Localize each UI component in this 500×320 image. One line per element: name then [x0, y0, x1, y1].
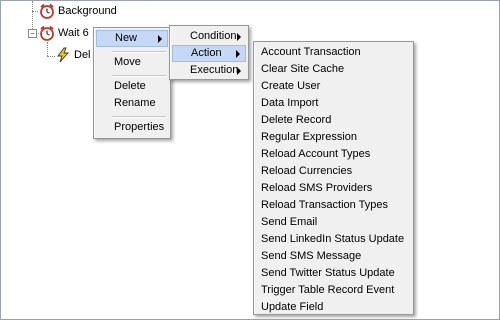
action-submenu: Account Transaction Clear Site Cache Cre…	[253, 41, 414, 315]
menu-item-properties[interactable]: Properties	[96, 119, 168, 136]
menu-item-action[interactable]: Action	[172, 45, 246, 62]
menu-item-reload-sms-providers[interactable]: Reload SMS Providers	[256, 180, 411, 197]
menu-item-label: Properties	[114, 121, 165, 133]
menu-item-delete[interactable]: Delete	[96, 78, 168, 95]
collapse-toggle[interactable]: −	[28, 29, 37, 38]
menu-item-label: New	[115, 32, 138, 44]
menu-item-reload-transaction-types[interactable]: Reload Transaction Types	[256, 197, 411, 214]
menu-item-label: Send Email	[261, 216, 318, 228]
menu-item-label: Clear Site Cache	[261, 63, 345, 75]
menu-item-label: Create User	[261, 80, 321, 92]
menu-item-label: Delete Record	[261, 114, 332, 126]
menu-item-account-transaction[interactable]: Account Transaction	[256, 44, 411, 61]
menu-item-label: Data Import	[261, 97, 319, 109]
menu-item-label: Reload Currencies	[261, 165, 353, 177]
tree-node-wait[interactable]: Wait 6	[39, 25, 89, 41]
menu-item-label: Condition	[190, 30, 237, 42]
menu-item-label: Rename	[114, 97, 156, 109]
tree-node-delete[interactable]: Del	[55, 47, 91, 63]
menu-item-send-linkedin-status-update[interactable]: Send LinkedIn Status Update	[256, 231, 411, 248]
alarm-clock-icon	[39, 25, 55, 41]
tree-node-label: Background	[58, 5, 117, 17]
menu-separator	[112, 51, 166, 53]
tree-node-label: Del	[74, 49, 91, 61]
menu-item-trigger-table-record-event[interactable]: Trigger Table Record Event	[256, 282, 411, 299]
menu-item-label: Execution	[190, 64, 239, 76]
menu-item-execution[interactable]: Execution	[172, 62, 246, 79]
tree-connector	[32, 1, 33, 29]
menu-item-delete-record[interactable]: Delete Record	[256, 112, 411, 129]
menu-item-data-import[interactable]: Data Import	[256, 95, 411, 112]
workflow-tree-panel: Background − Wait 6 Del New Move Delete …	[0, 0, 500, 320]
menu-item-label: Reload Account Types	[261, 148, 371, 160]
menu-item-condition[interactable]: Condition	[172, 28, 246, 45]
menu-item-label: Regular Expression	[261, 131, 357, 143]
menu-item-send-twitter-status-update[interactable]: Send Twitter Status Update	[256, 265, 411, 282]
submenu-arrow-icon	[237, 66, 241, 75]
menu-item-label: Send LinkedIn Status Update	[261, 233, 405, 245]
menu-item-move[interactable]: Move	[96, 54, 168, 71]
menu-item-label: Account Transaction	[261, 46, 361, 58]
tree-node-label: Wait 6	[58, 27, 89, 39]
new-submenu: Condition Action Execution	[169, 25, 249, 80]
menu-item-send-sms-message[interactable]: Send SMS Message	[256, 248, 411, 265]
menu-item-send-email[interactable]: Send Email	[256, 214, 411, 231]
menu-item-new[interactable]: New	[96, 30, 168, 47]
menu-item-label: Send SMS Message	[261, 250, 362, 262]
submenu-arrow-icon	[158, 34, 162, 43]
menu-separator	[112, 75, 166, 77]
menu-item-label: Send Twitter Status Update	[261, 267, 395, 279]
tree-connector	[47, 56, 55, 57]
tree-connector	[32, 11, 38, 12]
context-menu: New Move Delete Rename Properties	[93, 27, 171, 139]
menu-item-label: Reload Transaction Types	[261, 199, 388, 211]
menu-item-label: Trigger Table Record Event	[261, 284, 395, 296]
menu-item-label: Action	[191, 47, 222, 59]
alarm-clock-icon	[39, 3, 55, 19]
menu-item-update-field[interactable]: Update Field	[256, 299, 411, 316]
tree-connector	[47, 42, 48, 56]
menu-item-reload-account-types[interactable]: Reload Account Types	[256, 146, 411, 163]
menu-item-label: Delete	[114, 80, 146, 92]
menu-item-clear-site-cache[interactable]: Clear Site Cache	[256, 61, 411, 78]
menu-item-reload-currencies[interactable]: Reload Currencies	[256, 163, 411, 180]
menu-separator	[112, 116, 166, 118]
submenu-arrow-icon	[237, 32, 241, 41]
menu-item-create-user[interactable]: Create User	[256, 78, 411, 95]
menu-item-label: Move	[114, 56, 141, 68]
lightning-bolt-icon	[55, 47, 71, 63]
menu-item-regular-expression[interactable]: Regular Expression	[256, 129, 411, 146]
menu-item-rename[interactable]: Rename	[96, 95, 168, 112]
tree-node-background[interactable]: Background	[39, 3, 117, 19]
submenu-arrow-icon	[236, 49, 240, 58]
menu-item-label: Reload SMS Providers	[261, 182, 373, 194]
menu-item-label: Update Field	[261, 301, 324, 313]
